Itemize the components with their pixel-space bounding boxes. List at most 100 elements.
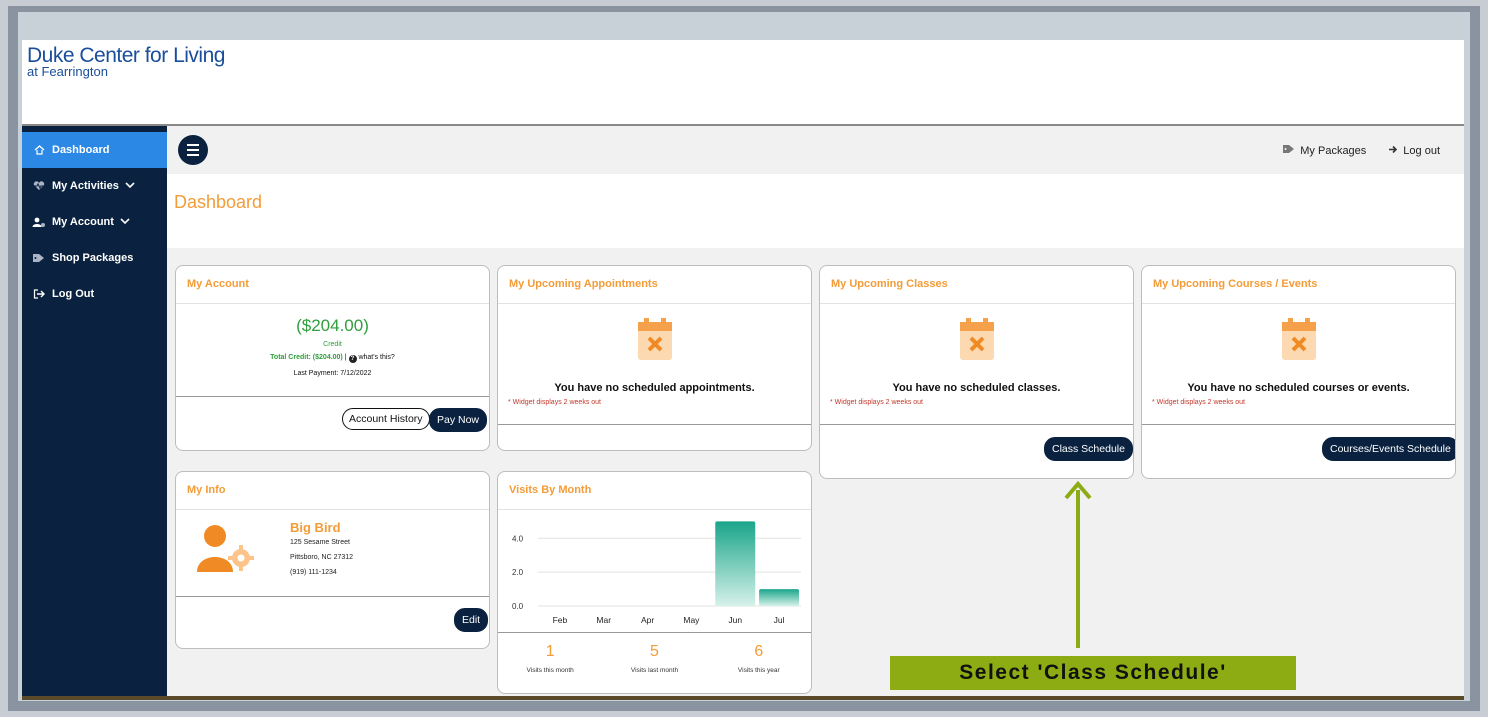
- x-tick-label: Mar: [596, 615, 611, 625]
- user-gear-icon: [196, 524, 258, 579]
- sidebar-item-label: My Account: [52, 216, 114, 228]
- courses-events-schedule-button[interactable]: Courses/Events Schedule: [1322, 437, 1455, 461]
- log-out-label: Log out: [1403, 144, 1440, 157]
- empty-message: You have no scheduled appointments.: [554, 382, 755, 394]
- bar-jul: [759, 589, 800, 606]
- card-footer: Account History Pay Now: [176, 396, 489, 450]
- x-tick-label: Jun: [728, 615, 742, 625]
- pay-now-button[interactable]: Pay Now: [429, 408, 488, 432]
- account-balance: ($204.00): [296, 316, 369, 335]
- separator: |: [344, 354, 347, 361]
- whats-this-link[interactable]: what's this?: [358, 354, 394, 361]
- my-account-card: My Account ($204.00) Credit Total Credit…: [175, 265, 490, 451]
- address-street: 125 Sesame Street: [290, 539, 350, 546]
- visits-by-month-card: Visits By Month 0.0 2.0 4.0 Feb Mar Apr May Jun…: [497, 471, 812, 694]
- calendar-x-icon: [637, 318, 673, 365]
- card-footer: Edit: [176, 596, 489, 648]
- card-title: My Upcoming Appointments: [498, 266, 811, 304]
- x-tick-label: Jul: [774, 615, 785, 625]
- stat-value: 1: [545, 643, 555, 660]
- x-tick-label: Apr: [641, 615, 654, 625]
- upcoming-classes-card: My Upcoming Classes You have no schedule…: [819, 265, 1134, 479]
- widget-note: * Widget displays 2 weeks out: [1152, 399, 1245, 406]
- widget-note: * Widget displays 2 weeks out: [830, 399, 923, 406]
- user-name: Big Bird: [290, 520, 341, 535]
- chevron-down-icon: [125, 180, 135, 192]
- visits-bar-chart: 0.0 2.0 4.0 Feb Mar Apr May Jun Jul: [512, 521, 801, 625]
- card-footer: Courses/Events Schedule: [1142, 424, 1455, 478]
- calendar-x-icon: [1281, 318, 1317, 365]
- sidebar-item-dashboard[interactable]: Dashboard: [22, 132, 167, 168]
- bar-jun: [715, 521, 756, 606]
- sidebar-item-my-account[interactable]: My Account: [22, 204, 167, 240]
- empty-message: You have no scheduled courses or events.: [1187, 382, 1410, 394]
- calendar-x-icon: [959, 318, 995, 365]
- sidebar-item-shop-packages[interactable]: Shop Packages: [22, 240, 167, 276]
- stat-visits-this-month: 1 Visits this month: [505, 643, 595, 693]
- card-title: My Upcoming Classes: [820, 266, 1133, 304]
- home-icon: [32, 145, 46, 155]
- upcoming-courses-card: My Upcoming Courses / Events You have no…: [1141, 265, 1456, 479]
- instruction-callout: Select 'Class Schedule': [890, 656, 1296, 690]
- card-footer: Class Schedule: [820, 424, 1133, 478]
- stat-label: Visits last month: [630, 667, 679, 674]
- last-payment: Last Payment: 7/12/2022: [293, 370, 372, 377]
- tags-icon: [1282, 144, 1296, 157]
- stat-visits-last-month: 5 Visits last month: [609, 643, 699, 693]
- account-history-button[interactable]: Account History: [342, 408, 430, 430]
- sidebar-item-label: Log Out: [52, 288, 95, 300]
- stat-label: Visits this month: [526, 667, 574, 674]
- tags-icon: [32, 253, 46, 263]
- visit-stats: 1 Visits this month 5 Visits last month …: [498, 632, 811, 693]
- card-footer: [498, 424, 811, 450]
- menu-toggle-button[interactable]: [178, 135, 208, 165]
- main-content: My Packages Log out Dashboard My Account…: [167, 126, 1464, 700]
- card-title: My Upcoming Courses / Events: [1142, 266, 1455, 304]
- address-city: Pittsboro, NC 27312: [290, 554, 354, 561]
- my-packages-label: My Packages: [1300, 144, 1367, 157]
- question-circle-icon[interactable]: ?: [348, 355, 357, 363]
- phone-number: (919) 111-1234: [290, 569, 337, 576]
- x-tick-label: Feb: [553, 615, 568, 625]
- sidebar-item-log-out[interactable]: Log Out: [22, 276, 167, 312]
- annotation-arrow: [1064, 480, 1092, 648]
- y-tick-label: 2.0: [512, 568, 524, 577]
- sign-out-icon: [32, 289, 46, 299]
- chevron-down-icon: [120, 216, 130, 228]
- card-title: Visits By Month: [498, 472, 811, 510]
- upcoming-appointments-card: My Upcoming Appointments You have no sch…: [497, 265, 812, 451]
- total-credit: Total Credit: ($204.00): [270, 354, 343, 361]
- title-bar: Dashboard: [167, 174, 1464, 248]
- brand-logo[interactable]: Duke Center for Living at Fearrington: [27, 44, 225, 79]
- my-packages-link[interactable]: My Packages: [1282, 144, 1366, 157]
- page-title: Dashboard: [174, 192, 263, 212]
- bottom-strip: [22, 696, 1464, 700]
- sidebar-item-label: Dashboard: [52, 144, 110, 156]
- y-tick-label: 0.0: [512, 602, 524, 611]
- x-tick-label: May: [683, 615, 700, 625]
- class-schedule-button[interactable]: Class Schedule: [1044, 437, 1133, 461]
- card-title: My Account: [176, 266, 489, 304]
- heart-pulse-icon: [32, 181, 46, 191]
- sidebar: Dashboard My Activities My Account Shop …: [22, 126, 167, 700]
- log-out-link[interactable]: Log out: [1388, 144, 1440, 157]
- widget-note: * Widget displays 2 weeks out: [508, 399, 601, 406]
- stat-value: 6: [754, 643, 764, 660]
- sidebar-item-label: My Activities: [52, 180, 119, 192]
- y-tick-label: 4.0: [512, 534, 524, 543]
- stat-visits-this-year: 6 Visits this year: [714, 643, 804, 693]
- top-links: My Packages Log out: [1282, 144, 1440, 157]
- credit-label: Credit: [323, 341, 342, 348]
- user-gear-icon: [32, 217, 46, 228]
- top-bar: My Packages Log out: [167, 126, 1464, 174]
- edit-button[interactable]: Edit: [454, 608, 489, 632]
- stat-value: 5: [650, 643, 659, 660]
- total-credit-row: Total Credit: ($204.00) | ? what's this?: [176, 354, 489, 363]
- sidebar-item-my-activities[interactable]: My Activities: [22, 168, 167, 204]
- my-info-card: My Info Big Bird 125 Sesame Street Pitts…: [175, 471, 490, 649]
- empty-message: You have no scheduled classes.: [892, 382, 1061, 394]
- stat-label: Visits this year: [737, 667, 780, 674]
- sidebar-item-label: Shop Packages: [52, 252, 134, 264]
- card-title: My Info: [176, 472, 489, 510]
- sign-out-icon: [1388, 145, 1399, 157]
